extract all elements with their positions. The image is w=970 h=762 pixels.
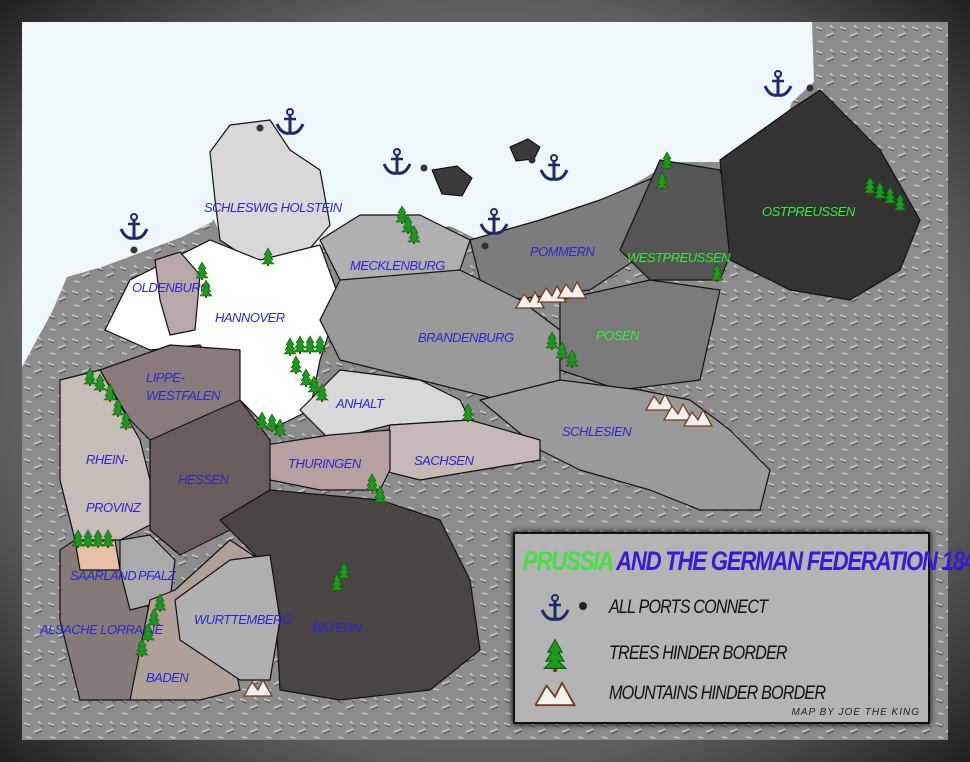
label-westfalen: WESTFALEN	[146, 388, 221, 403]
title-prussia: PRUSSIA	[523, 546, 612, 576]
legend-trees-label: TREES HINDER BORDER	[609, 643, 787, 665]
label-lippe: LIPPE-	[146, 370, 185, 385]
label-brandenburg: BRANDENBURG	[418, 330, 514, 345]
label-pfalz: PFALZ	[138, 568, 177, 583]
legend-ports: ALL PORTS CONNECT	[535, 590, 795, 626]
label-baden: BADEN	[146, 670, 189, 685]
legend-mountains-label: MOUNTAINS HINDER BORDER	[609, 683, 825, 705]
label-ostpreussen: OSTPREUSSEN	[762, 204, 856, 219]
label-westpreussen: WESTPREUSSEN	[627, 250, 731, 265]
legend-trees: TREES HINDER BORDER	[535, 636, 818, 672]
label-rhein: RHEIN-	[86, 452, 129, 467]
label-schleswig-holstein: SCHLESWIG HOLSTEIN	[204, 200, 343, 215]
label-sachsen: SACHSEN	[414, 453, 474, 468]
label-hannover: HANNOVER	[215, 310, 285, 325]
label-mecklenburg: MECKLENBURG	[350, 258, 445, 273]
map-title: PRUSSIA AND THE GERMAN FEDERATION 1848	[523, 546, 970, 577]
label-thuringen: THURINGEN	[288, 456, 362, 471]
label-posen: POSEN	[596, 328, 640, 343]
anchor-icon	[535, 590, 595, 626]
label-schlesien: SCHLESIEN	[562, 424, 632, 439]
map-credit: MAP BY JOE THE KING	[792, 707, 920, 718]
title-rest: AND THE GERMAN FEDERATION 1848	[616, 546, 970, 576]
label-saarland: SAARLAND	[70, 568, 136, 583]
label-wurttemberg: WURTTEMBERG	[194, 612, 292, 627]
label-bayern: BAYERN	[312, 620, 363, 635]
mountain-icon	[535, 676, 595, 712]
legend-ports-label: ALL PORTS CONNECT	[609, 597, 767, 619]
label-oldenburg: OLDENBURG	[132, 280, 210, 295]
map-legend: PRUSSIA AND THE GERMAN FEDERATION 1848 A…	[513, 532, 930, 724]
label-pommern: POMMERN	[530, 244, 596, 259]
tree-icon	[535, 636, 595, 672]
label-provinz: PROVINZ	[86, 500, 142, 515]
label-anhalt: ANHALT	[335, 396, 385, 411]
label-hessen: HESSEN	[178, 472, 230, 487]
